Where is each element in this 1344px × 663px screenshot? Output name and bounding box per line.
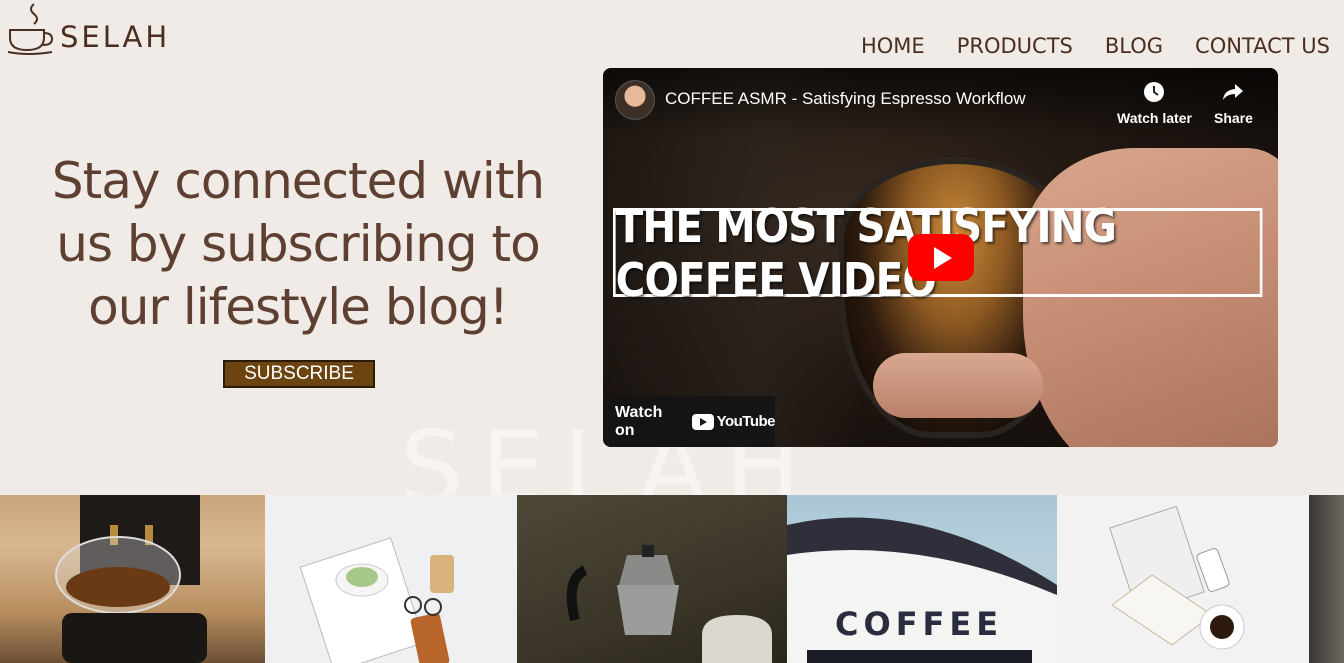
channel-avatar[interactable] — [615, 80, 655, 120]
gallery-image-moka-pot[interactable] — [517, 495, 787, 663]
brand-name: SELAH — [60, 20, 171, 54]
main-nav: HOME PRODUCTS BLOG CONTACT US — [861, 34, 1330, 58]
hero-headline: Stay connected with us by subscribing to… — [51, 152, 545, 336]
cereal-magazine-illustration — [1109, 505, 1245, 650]
watch-later-button[interactable]: Watch later — [1117, 80, 1192, 126]
nav-home[interactable]: HOME — [861, 34, 925, 58]
youtube-logo: YouTube — [691, 413, 776, 430]
photo-gallery: COFFEE — [0, 495, 1344, 663]
gallery-image-partial[interactable] — [1309, 495, 1344, 663]
nav-contact-us[interactable]: CONTACT US — [1195, 34, 1330, 58]
youtube-play-icon — [691, 413, 714, 430]
youtube-embed[interactable]: COFFEE ASMR - Satisfying Espresso Workfl… — [603, 68, 1278, 447]
coffee-sign-text: COFFEE — [835, 605, 1004, 643]
brand-logo[interactable]: SELAH — [6, 2, 170, 56]
subscribe-button[interactable]: SUBSCRIBE — [223, 360, 375, 388]
espresso-machine-illustration — [55, 495, 207, 663]
clock-icon — [1144, 82, 1165, 102]
nav-blog[interactable]: BLOG — [1105, 34, 1163, 58]
video-title[interactable]: COFFEE ASMR - Satisfying Espresso Workfl… — [665, 89, 1026, 109]
nav-products[interactable]: PRODUCTS — [957, 34, 1073, 58]
share-label: Share — [1214, 110, 1253, 126]
magazine-flatlay-illustration — [299, 537, 454, 663]
gallery-image-coffee-sign[interactable]: COFFEE — [787, 495, 1057, 663]
coffee-cup-icon — [7, 3, 54, 55]
youtube-label: YouTube — [716, 413, 776, 430]
gallery-image-cereal[interactable] — [1057, 495, 1309, 663]
moka-pot-illustration — [566, 545, 772, 663]
watch-on-label: Watch on — [615, 403, 663, 439]
play-button[interactable] — [908, 234, 974, 281]
gallery-image-magazine[interactable] — [265, 495, 517, 663]
watch-later-label: Watch later — [1117, 110, 1192, 126]
video-thumb-image — [873, 353, 1043, 418]
share-icon — [1223, 84, 1244, 100]
gallery-image-espresso[interactable] — [0, 495, 265, 663]
watch-on-youtube-button[interactable]: Watch on YouTube — [603, 396, 776, 447]
share-button[interactable]: Share — [1214, 80, 1253, 126]
